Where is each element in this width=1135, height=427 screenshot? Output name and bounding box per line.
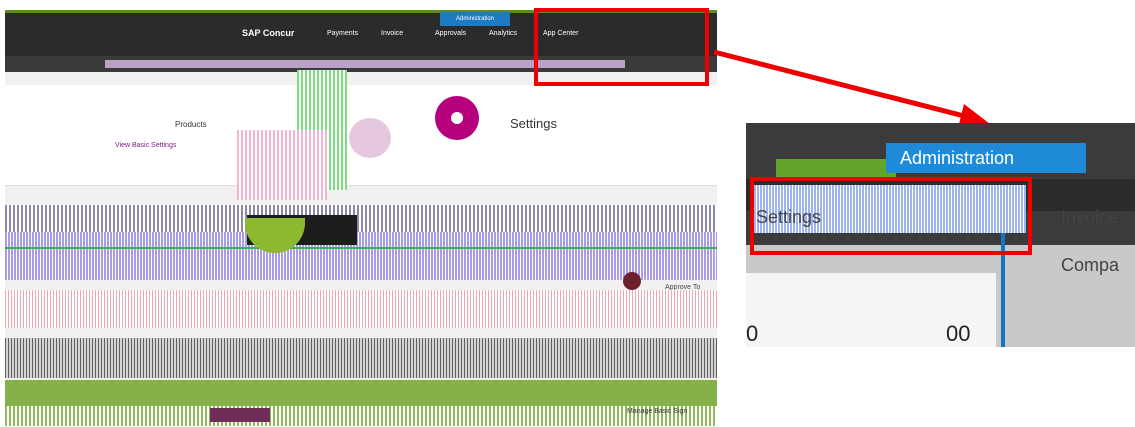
zoom-company-label[interactable]: Compa [1061, 255, 1119, 276]
zoom-value-1: 0 [746, 321, 759, 346]
zoom-administration-tab[interactable]: Administration [886, 143, 1086, 173]
zoom-value-2: 00 [946, 321, 971, 346]
zoom-invoice-label[interactable]: Invoice [1061, 207, 1118, 228]
arrow-line [713, 49, 973, 121]
highlight-box-zoom [750, 177, 1032, 255]
